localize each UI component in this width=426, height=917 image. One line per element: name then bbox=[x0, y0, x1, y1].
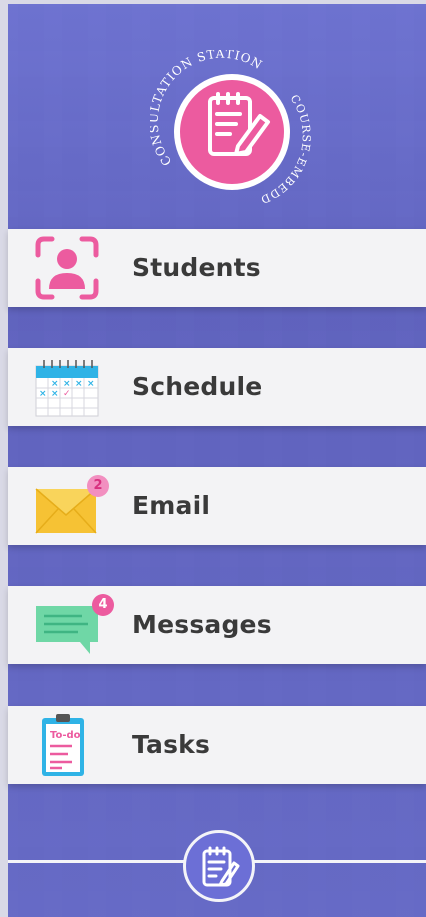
menu-item-students[interactable]: Students bbox=[8, 229, 426, 307]
menu-item-schedule[interactable]: × × × × × × ✓ Schedule bbox=[8, 348, 426, 426]
todo-clipboard-icon: To-do bbox=[32, 712, 102, 778]
menu-item-label: Email bbox=[132, 491, 211, 520]
unread-badge: 2 bbox=[87, 475, 109, 497]
unread-count: 2 bbox=[93, 478, 103, 493]
unread-count: 4 bbox=[98, 597, 108, 612]
app-logo: CONSULTATION STATION COURSE-EMBEDDED bbox=[150, 50, 314, 214]
menu-item-label: Messages bbox=[132, 610, 272, 639]
menu-item-email[interactable]: 2 Email bbox=[8, 467, 426, 545]
unread-badge: 4 bbox=[92, 594, 114, 616]
svg-text:×: × bbox=[39, 389, 47, 399]
svg-text:×: × bbox=[87, 379, 95, 389]
menu-item-messages[interactable]: 4 Messages bbox=[8, 586, 426, 664]
svg-text:×: × bbox=[63, 379, 71, 389]
left-border bbox=[0, 0, 8, 917]
students-icon bbox=[32, 235, 102, 301]
top-border bbox=[0, 0, 426, 4]
menu-item-label: Schedule bbox=[132, 372, 263, 401]
svg-text:×: × bbox=[51, 389, 59, 399]
todo-caption: To-do bbox=[50, 730, 81, 741]
menu-item-label: Students bbox=[132, 253, 261, 282]
menu-item-label: Tasks bbox=[132, 730, 211, 759]
menu-item-tasks[interactable]: To-do Tasks bbox=[8, 706, 426, 784]
svg-text:✓: ✓ bbox=[63, 389, 71, 399]
svg-text:×: × bbox=[51, 379, 59, 389]
calendar-icon: × × × × × × ✓ bbox=[32, 354, 102, 420]
notepad-icon bbox=[202, 846, 240, 887]
home-button[interactable] bbox=[183, 830, 255, 902]
svg-text:×: × bbox=[75, 379, 83, 389]
